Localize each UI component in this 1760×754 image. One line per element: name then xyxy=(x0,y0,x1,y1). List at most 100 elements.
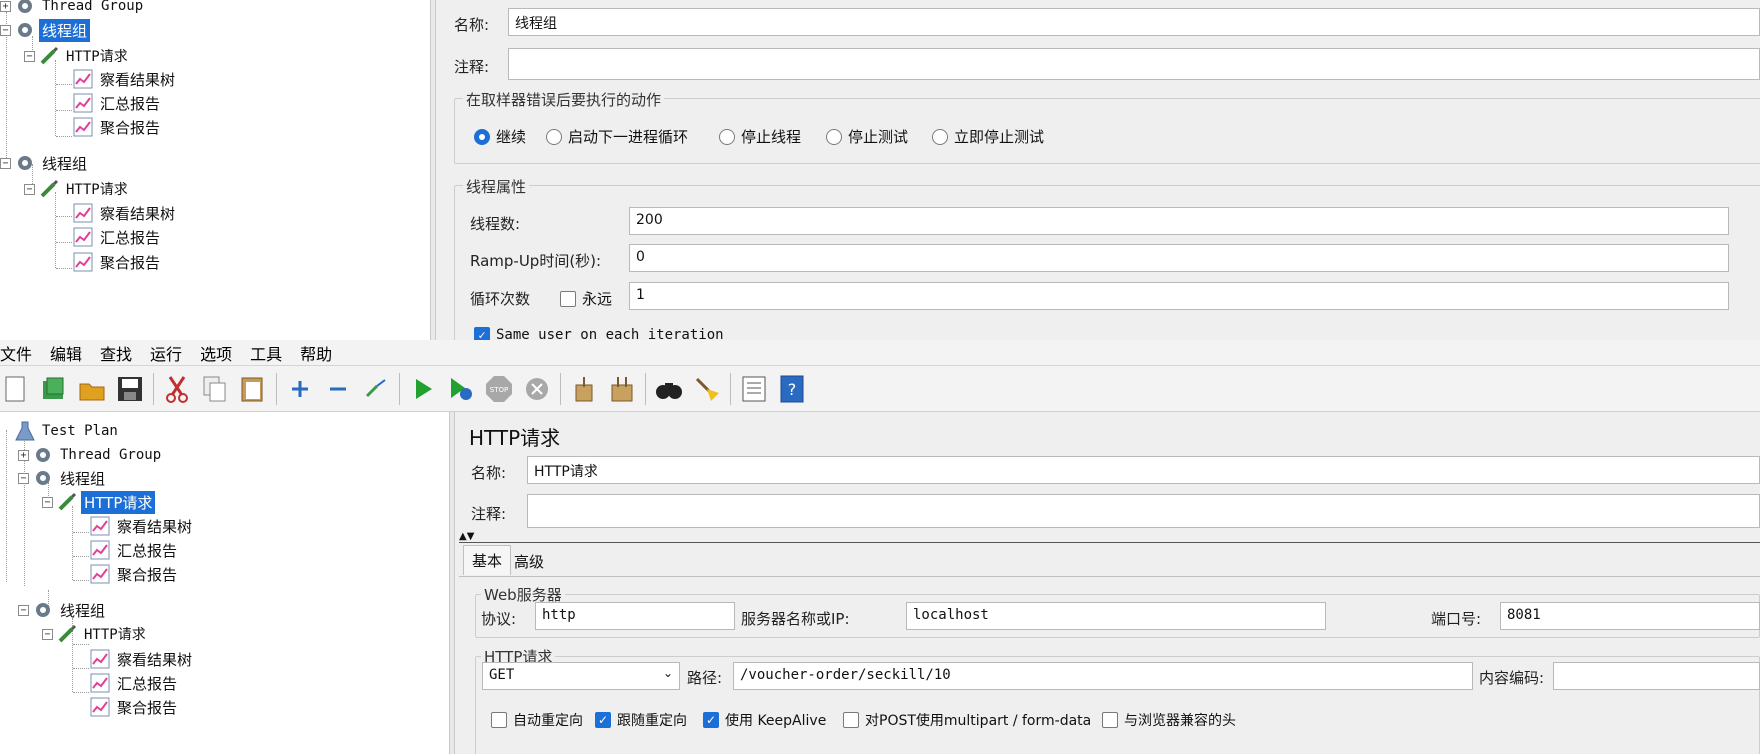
tree-node-summary-report[interactable]: 汇总报告 xyxy=(89,538,180,562)
tree-node-summary-report[interactable]: 汇总报告 xyxy=(72,91,163,115)
tree-node-aggregate-report-2[interactable]: 聚合报告 xyxy=(89,695,180,719)
templates-icon[interactable] xyxy=(38,373,70,405)
broom-icon[interactable] xyxy=(691,373,723,405)
checkbox-box[interactable] xyxy=(560,290,576,307)
collapse-icon[interactable]: − xyxy=(0,24,11,36)
tree-node-view-results-tree[interactable]: 察看结果树 xyxy=(89,514,195,538)
clear-icon[interactable] xyxy=(568,373,600,405)
checkbox-box[interactable] xyxy=(843,712,859,728)
rampup-field[interactable]: 0 xyxy=(629,244,1729,272)
forever-checkbox[interactable]: 永远 xyxy=(560,288,612,309)
tree-node-summary-report-2[interactable]: 汇总报告 xyxy=(89,671,180,695)
tree-node-http-request[interactable]: − HTTP请求 xyxy=(24,44,131,68)
collapse-icon[interactable]: − xyxy=(0,157,11,169)
follow-redirect-checkbox[interactable]: ✓ 跟随重定向 xyxy=(595,710,687,730)
radio-dot[interactable] xyxy=(932,128,948,145)
paste-icon[interactable] xyxy=(237,373,269,405)
menu-search[interactable]: 查找 xyxy=(91,341,141,365)
cut-icon[interactable] xyxy=(161,373,193,405)
collapse-icon[interactable]: − xyxy=(18,604,29,616)
server-field[interactable]: localhost xyxy=(906,602,1326,630)
tree-node-summary-report-2[interactable]: 汇总报告 xyxy=(72,225,163,249)
binoculars-icon[interactable] xyxy=(653,373,685,405)
clear-all-icon[interactable] xyxy=(606,373,638,405)
tree-node-view-results-tree[interactable]: 察看结果树 xyxy=(72,67,178,91)
stop-icon[interactable]: STOP xyxy=(483,373,515,405)
open-icon[interactable] xyxy=(76,373,108,405)
checkbox-box[interactable]: ✓ xyxy=(703,712,719,728)
name-field[interactable]: 线程组 xyxy=(508,8,1760,36)
menu-tools[interactable]: 工具 xyxy=(241,341,291,365)
tree-node-aggregate-report[interactable]: 聚合报告 xyxy=(89,562,180,586)
name-field[interactable]: HTTP请求 xyxy=(527,456,1760,484)
collapse-icon[interactable]: − xyxy=(42,628,53,640)
menu-help[interactable]: 帮助 xyxy=(291,341,341,365)
same-user-checkbox[interactable]: ✓ Same user on each iteration xyxy=(474,327,724,340)
tree-node-aggregate-report-2[interactable]: 聚合报告 xyxy=(72,250,163,274)
expand-icon[interactable]: + xyxy=(18,449,29,461)
new-icon[interactable] xyxy=(0,373,32,405)
tree-node-thread-group-cn-2[interactable]: − 线程组 xyxy=(0,151,90,175)
radio-stop-test[interactable]: 停止测试 xyxy=(826,126,908,147)
checkbox-box[interactable] xyxy=(491,712,507,728)
comment-field[interactable] xyxy=(527,494,1760,528)
tree-node-http-request-2[interactable]: − HTTP请求 xyxy=(24,177,131,201)
collapse-icon[interactable]: − xyxy=(18,472,29,484)
expand-all-icon[interactable] xyxy=(284,373,316,405)
tree-node-thread-group[interactable]: + Thread Group xyxy=(18,443,164,467)
tree-node-view-results-tree-2[interactable]: 察看结果树 xyxy=(72,201,178,225)
checkbox-box[interactable]: ✓ xyxy=(474,327,490,340)
radio-start-next-loop[interactable]: 启动下一进程循环 xyxy=(546,126,688,147)
collapse-all-icon[interactable] xyxy=(322,373,354,405)
protocol-field[interactable]: http xyxy=(535,602,735,630)
radio-dot[interactable] xyxy=(719,128,735,145)
tree-node-aggregate-report[interactable]: 聚合报告 xyxy=(72,115,163,139)
checkbox-box[interactable]: ✓ xyxy=(595,712,611,728)
collapse-icon[interactable]: − xyxy=(24,50,35,62)
menu-options[interactable]: 选项 xyxy=(191,341,241,365)
tree-node-thread-group-cn[interactable]: − 线程组 xyxy=(0,18,91,42)
help-icon[interactable]: ? xyxy=(776,373,808,405)
path-field[interactable]: /voucher-order/seckill/10 xyxy=(733,662,1473,690)
multipart-checkbox[interactable]: 对POST使用multipart / form-data xyxy=(843,710,1091,730)
start-icon[interactable] xyxy=(407,373,439,405)
tab-basic[interactable]: 基本 xyxy=(463,545,512,575)
tree-node-view-results-tree-2[interactable]: 察看结果树 xyxy=(89,647,195,671)
tree-node-http-request-2[interactable]: − HTTP请求 xyxy=(42,622,149,646)
tree-node-thread-group-cn[interactable]: − 线程组 xyxy=(18,466,108,490)
start-no-pause-icon[interactable] xyxy=(445,373,477,405)
radio-continue[interactable]: 继续 xyxy=(474,126,526,147)
radio-dot[interactable] xyxy=(546,128,562,145)
auto-redirect-checkbox[interactable]: 自动重定向 xyxy=(491,710,583,730)
copy-icon[interactable] xyxy=(199,373,231,405)
method-select[interactable]: GET ⌄ xyxy=(482,662,680,690)
menu-file[interactable]: 文件 xyxy=(0,341,41,365)
split-arrows-icon[interactable]: ▲▼ xyxy=(459,531,474,542)
collapse-icon[interactable]: − xyxy=(24,183,35,195)
port-field[interactable]: 8081 xyxy=(1500,602,1760,630)
collapse-icon[interactable]: − xyxy=(42,496,53,508)
tree-node-thread-group-cn-2[interactable]: − 线程组 xyxy=(18,598,108,622)
shutdown-icon[interactable] xyxy=(521,373,553,405)
checkbox-box[interactable] xyxy=(1102,712,1118,728)
radio-stop-test-now[interactable]: 立即停止测试 xyxy=(932,126,1044,147)
loop-count-field[interactable]: 1 xyxy=(629,282,1729,310)
expand-icon[interactable]: + xyxy=(0,0,11,12)
keepalive-checkbox[interactable]: ✓ 使用 KeepAlive xyxy=(703,710,826,730)
function-helper-icon[interactable] xyxy=(738,373,770,405)
save-icon[interactable] xyxy=(114,373,146,405)
menu-edit[interactable]: 编辑 xyxy=(41,341,91,365)
browser-compatible-checkbox[interactable]: 与浏览器兼容的头 xyxy=(1102,710,1236,730)
tree-node-thread-group[interactable]: + Thread Group xyxy=(0,0,146,18)
radio-dot[interactable] xyxy=(474,128,490,145)
threads-field[interactable]: 200 xyxy=(629,207,1729,235)
comment-field[interactable] xyxy=(508,48,1760,80)
tree-node-test-plan[interactable]: − Test Plan xyxy=(0,419,121,443)
tree-node-http-request[interactable]: − HTTP请求 xyxy=(42,490,156,514)
toggle-icon[interactable] xyxy=(360,373,392,405)
radio-stop-thread[interactable]: 停止线程 xyxy=(719,126,801,147)
encoding-field[interactable] xyxy=(1553,662,1760,690)
tab-advanced[interactable]: 高级 xyxy=(506,547,552,576)
radio-dot[interactable] xyxy=(826,128,842,145)
menu-run[interactable]: 运行 xyxy=(141,341,191,365)
